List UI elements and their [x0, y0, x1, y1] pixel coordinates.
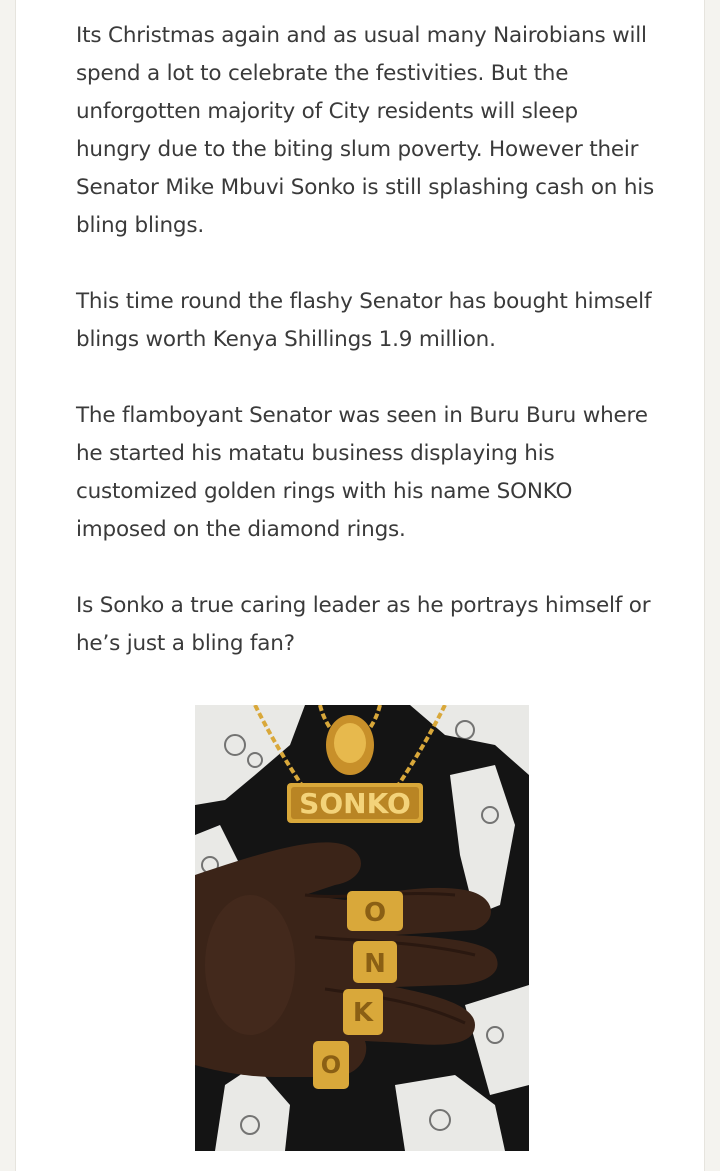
article-photo[interactable]: SONKO O N K O	[195, 705, 529, 1151]
ring-letter-n: N	[364, 949, 386, 979]
article-page: Its Christmas again and as usual many Na…	[15, 0, 705, 1171]
photo-illustration: SONKO O N K O	[195, 705, 529, 1151]
ring-letter-o: O	[364, 898, 386, 928]
ring-letter-o2: O	[321, 1051, 341, 1079]
article-body: Its Christmas again and as usual many Na…	[76, 17, 656, 701]
article-paragraph-1: Its Christmas again and as usual many Na…	[76, 23, 655, 238]
article-paragraph-3: The flamboyant Senator was seen in Buru …	[76, 403, 648, 542]
article-paragraph-2: This time round the flashy Senator has b…	[76, 289, 652, 352]
ring-letter-k: K	[353, 998, 374, 1028]
pendant-text: SONKO	[299, 787, 411, 820]
article-paragraph-4: Is Sonko a true caring leader as he port…	[76, 593, 651, 656]
